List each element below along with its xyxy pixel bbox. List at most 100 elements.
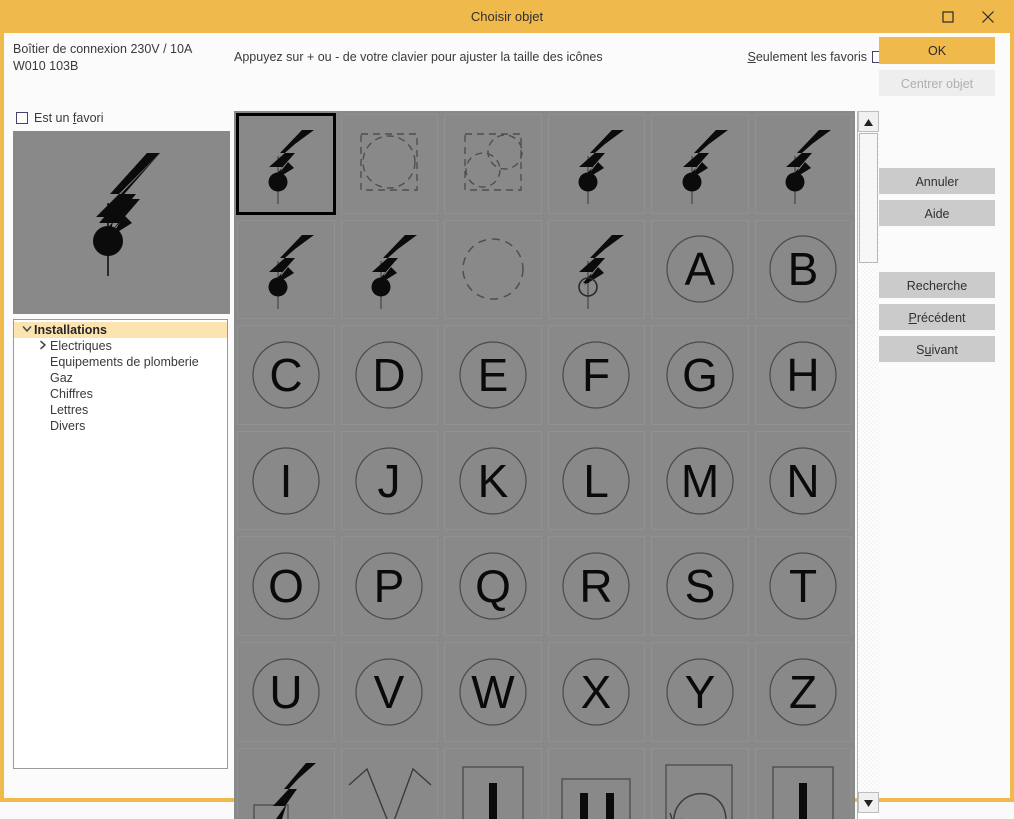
icon-cell-letter-h[interactable]: H [755,325,853,425]
icon-cell-letter-r[interactable]: R [548,536,646,636]
icon-cell-bolt-filled-3[interactable] [651,114,749,214]
icon-cell-letter-t[interactable]: T [755,536,853,636]
icon-grid-host: AB CDEFGH IJKLMN OPQ RST UVWXYZ [234,111,855,819]
icon-cell-bolt-filled-2[interactable] [548,114,646,214]
icon-cell-box-arc[interactable] [651,748,749,819]
icon-cell-letter-b[interactable]: B [755,220,853,320]
icon-cell-letter-c[interactable]: C [237,325,335,425]
icon-cell-bolt-filled-6[interactable] [341,220,439,320]
box-two-bars-icon [548,749,644,819]
tree-item-label: Gaz [50,371,73,385]
svg-text:K: K [477,455,508,507]
is-favorite-checkbox[interactable] [16,112,28,124]
svg-text:R: R [580,560,613,612]
icon-cell-dashed-square-circle[interactable] [341,114,439,214]
maximize-button[interactable] [928,0,968,33]
button-spacer-1 [879,102,1010,168]
scroll-up-button[interactable] [858,111,879,132]
icon-cell-bolt-filled-5[interactable] [237,220,335,320]
icon-cell-box-one-bar[interactable] [444,748,542,819]
icon-cell-letter-u[interactable]: U [237,642,335,742]
tree-item-lettres[interactable]: Lettres [14,402,227,418]
bolt-filled-icon [238,116,334,212]
category-tree[interactable]: Installations ElectriquesEquipements de p… [13,319,228,769]
chevron-down-icon[interactable] [20,324,34,337]
zigzag-icon [341,749,437,819]
window-controls [928,0,1014,33]
icon-cell-letter-i[interactable]: I [237,431,335,531]
icon-cell-letter-q[interactable]: Q [444,536,542,636]
svg-text:D: D [373,349,406,401]
icon-cell-letter-k[interactable]: K [444,431,542,531]
tree-item-electriques[interactable]: Electriques [14,338,227,354]
favorites-only-label: Seulement les favoris [747,50,867,64]
tree-host: Installations ElectriquesEquipements de p… [14,322,227,434]
center-object-button[interactable]: Centrer objet [879,70,995,96]
bolt-filled-icon [548,116,644,212]
icon-cell-letter-d[interactable]: D [341,325,439,425]
tree-item-label: Electriques [50,339,112,353]
icon-cell-letter-x[interactable]: X [548,642,646,742]
letter-h-icon: H [755,327,851,423]
icon-cell-letter-z[interactable]: Z [755,642,853,742]
ok-button[interactable]: OK [879,37,995,64]
object-name-line2: W010 103B [13,58,230,75]
icon-cell-dashed-square-two-circles[interactable] [444,114,542,214]
scrollbar-thumb[interactable] [859,133,878,263]
letter-b-icon: B [755,221,851,317]
icon-cell-zigzag-line[interactable] [341,748,439,819]
is-favorite-row[interactable]: Est un favori [16,111,230,125]
next-button[interactable]: Suivant [879,336,995,362]
icon-cell-letter-w[interactable]: W [444,642,542,742]
icon-cell-letter-j[interactable]: J [341,431,439,531]
icon-cell-box-with-bolt[interactable] [237,748,335,819]
object-name-line1: Boîtier de connexion 230V / 10A [13,41,230,58]
icon-grid-scrollbar[interactable] [857,111,879,819]
icon-cell-letter-v[interactable]: V [341,642,439,742]
tree-item-installations[interactable]: Installations [14,322,227,338]
letter-w-icon: W [445,644,541,740]
icon-cell-box-one-bar-2[interactable] [755,748,853,819]
previous-button[interactable]: Précédent [879,304,995,330]
favorites-only-row[interactable]: Seulement les favoris [747,50,884,64]
bolt-filled-icon [755,116,851,212]
chevron-right-icon[interactable] [36,340,50,353]
svg-text:A: A [684,243,715,295]
svg-text:Y: Y [684,666,715,718]
icon-cell-letter-m[interactable]: M [651,431,749,531]
search-button[interactable]: Recherche [879,272,995,298]
icon-cell-letter-n[interactable]: N [755,431,853,531]
tree-item-equipements-de-plomberie[interactable]: Equipements de plomberie [14,354,227,370]
svg-text:G: G [682,349,718,401]
dashed-square-circle-icon [341,116,437,212]
tree-item-chiffres[interactable]: Chiffres [14,386,227,402]
icon-cell-box-two-bars[interactable] [548,748,646,819]
letter-a-icon: A [652,221,748,317]
tree-item-divers[interactable]: Divers [14,418,227,434]
scroll-down-button[interactable] [858,792,879,813]
close-button[interactable] [968,0,1008,33]
icon-grid[interactable]: AB CDEFGH IJKLMN OPQ RST UVWXYZ [234,111,855,819]
svg-text:M: M [681,455,719,507]
icon-cell-letter-p[interactable]: P [341,536,439,636]
icon-cell-letter-o[interactable]: O [237,536,335,636]
icon-cell-connection-box-230v-10a[interactable] [236,113,336,215]
icon-cell-letter-e[interactable]: E [444,325,542,425]
icon-cell-letter-s[interactable]: S [651,536,749,636]
icon-cell-dashed-circle[interactable] [444,220,542,320]
icon-cell-bolt-hollow[interactable] [548,220,646,320]
icon-cell-bolt-filled-4[interactable] [755,114,853,214]
letter-o-icon: O [238,538,334,634]
icon-cell-letter-f[interactable]: F [548,325,646,425]
svg-text:Q: Q [475,560,511,612]
tree-item-label: Installations [34,323,107,337]
icon-cell-letter-y[interactable]: Y [651,642,749,742]
tree-item-gaz[interactable]: Gaz [14,370,227,386]
help-button[interactable]: Aide [879,200,995,226]
cancel-button[interactable]: Annuler [879,168,995,194]
icon-cell-letter-a[interactable]: A [651,220,749,320]
letter-f-icon: F [548,327,644,423]
icon-cell-letter-l[interactable]: L [548,431,646,531]
letter-k-icon: K [445,433,541,529]
icon-cell-letter-g[interactable]: G [651,325,749,425]
